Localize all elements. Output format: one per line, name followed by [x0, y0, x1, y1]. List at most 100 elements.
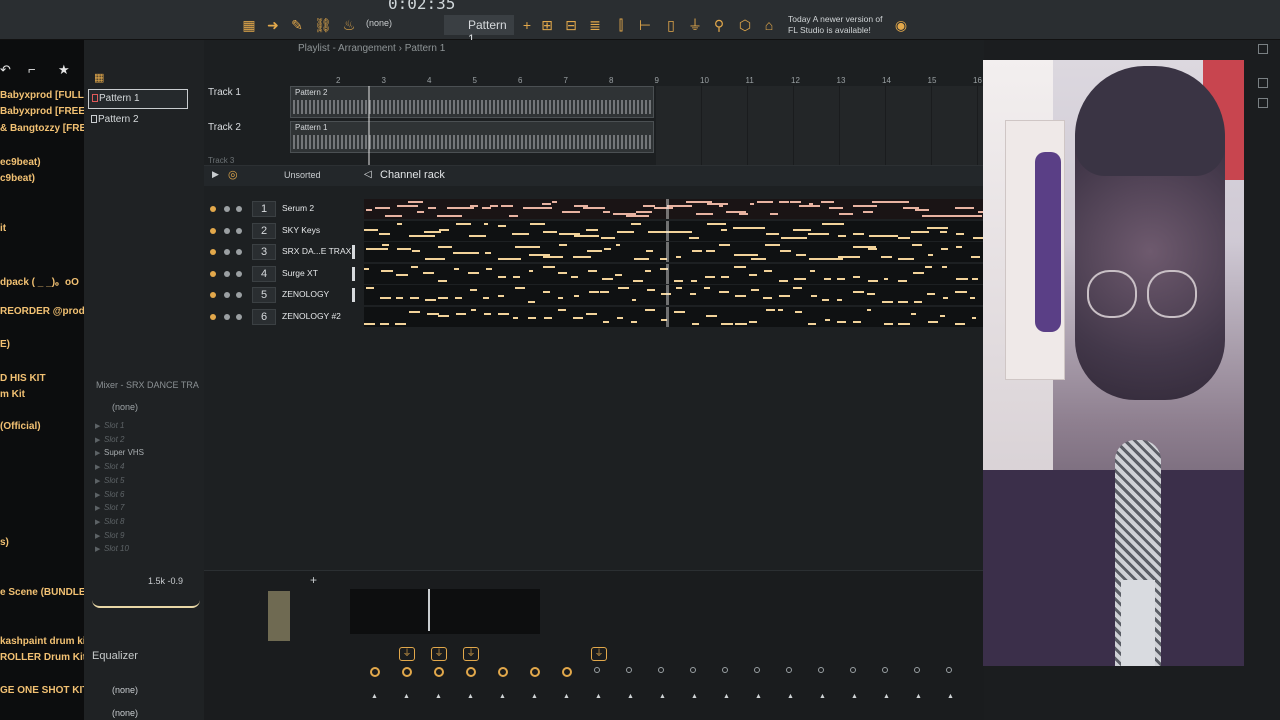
browser-item[interactable]: e Scene (BUNDLE): [0, 587, 89, 598]
channel-row[interactable]: 4 Surge XT: [204, 263, 984, 285]
send-arrow-icon[interactable]: ▲: [499, 693, 506, 700]
mixer-slot[interactable]: Slot 6: [104, 490, 124, 499]
stamp-icon[interactable]: ♨: [340, 16, 358, 34]
track-3-label[interactable]: Track 3: [208, 156, 234, 165]
channel-row[interactable]: 6 ZENOLOGY #2: [204, 307, 984, 328]
slot-arrow-icon[interactable]: ▶: [95, 491, 100, 499]
mixer-send-knob[interactable]: [562, 667, 572, 677]
browser-item[interactable]: & Bangtozzy [FREE]: [0, 123, 96, 134]
faders-icon[interactable]: ⫿: [612, 16, 630, 34]
browser-item[interactable]: dpack ( _ _)。oO: [0, 273, 79, 288]
channel-number[interactable]: 3: [252, 244, 276, 261]
route-button[interactable]: ⏚: [591, 647, 607, 661]
channel-name-button[interactable]: ZENOLOGY: [282, 289, 350, 299]
browser-item[interactable]: it: [0, 223, 6, 234]
mixer-slot[interactable]: Slot 7: [104, 503, 124, 512]
tree-icon[interactable]: ⊢: [636, 16, 654, 34]
channel-mute-button[interactable]: [210, 206, 216, 212]
link-icon[interactable]: ⛓: [314, 16, 332, 34]
slot-arrow-icon[interactable]: ▶: [95, 545, 100, 553]
slot-arrow-icon[interactable]: ▶: [95, 504, 100, 512]
mixer-send-knob[interactable]: [594, 667, 600, 673]
browser-item[interactable]: Babyxprod [FREE]: [0, 106, 88, 117]
arrow-right-icon[interactable]: ➜: [264, 16, 282, 34]
playlist-grid[interactable]: [656, 86, 986, 165]
mixer-send-knob[interactable]: [882, 667, 888, 673]
channel-row[interactable]: 2 SKY Keys: [204, 220, 984, 242]
channel-pan-knob[interactable]: [224, 314, 230, 320]
eq-curve[interactable]: [92, 600, 200, 608]
mixer-send-knob[interactable]: [850, 667, 856, 673]
slot-arrow-icon[interactable]: ▶: [95, 449, 100, 457]
browser-item[interactable]: ROLLER Drum Kit: [0, 652, 86, 663]
playlist-icon[interactable]: ⊞: [538, 16, 556, 34]
browser-item[interactable]: ec9beat): [0, 157, 41, 168]
channel-volume-knob[interactable]: [236, 292, 242, 299]
channel-number[interactable]: 2: [252, 222, 276, 239]
clip-track-1[interactable]: Pattern 2: [290, 86, 654, 118]
mixer-send-knob[interactable]: [754, 667, 760, 673]
route-button[interactable]: ⏚: [463, 647, 479, 661]
send-arrow-icon[interactable]: ▲: [851, 693, 858, 700]
channel-mute-button[interactable]: [210, 227, 216, 234]
channel-piano-roll-preview[interactable]: [364, 285, 984, 306]
channel-number[interactable]: 1: [252, 201, 276, 217]
browser-item[interactable]: Babyxprod [FULL]: [0, 90, 87, 101]
send-arrow-icon[interactable]: ▲: [659, 693, 666, 700]
mixer-icon[interactable]: ≣: [586, 16, 604, 34]
send-arrow-icon[interactable]: ▲: [435, 693, 442, 700]
send-arrow-icon[interactable]: ▲: [371, 693, 378, 700]
track-2-label[interactable]: Track 2: [208, 122, 241, 133]
route-button[interactable]: ⏚: [431, 647, 447, 661]
channel-piano-roll-preview[interactable]: [364, 220, 984, 241]
mic-icon[interactable]: ⚲: [710, 16, 728, 34]
send-arrow-icon[interactable]: ▲: [627, 693, 634, 700]
playlist-breadcrumb[interactable]: Playlist - Arrangement › Pattern 1: [298, 43, 445, 54]
channel-pan-knob[interactable]: [224, 206, 230, 212]
mixer-slot[interactable]: Slot 8: [104, 517, 124, 526]
send-arrow-icon[interactable]: ▲: [915, 693, 922, 700]
star-icon[interactable]: ★: [58, 62, 70, 78]
brush-icon[interactable]: ✎: [288, 16, 306, 34]
channel-rack-icon[interactable]: ⊟: [562, 16, 580, 34]
browser-item[interactable]: m Kit: [0, 389, 25, 400]
slot-arrow-icon[interactable]: ▶: [95, 436, 100, 444]
channel-volume-knob[interactable]: [236, 227, 242, 234]
slot-arrow-icon[interactable]: ▶: [95, 463, 100, 471]
mixer-send-knob[interactable]: [626, 667, 632, 673]
back-icon[interactable]: ↶: [0, 62, 11, 78]
browser-item[interactable]: (Official): [0, 421, 41, 432]
channel-piano-roll-preview[interactable]: [364, 263, 984, 284]
channel-volume-knob[interactable]: [236, 249, 242, 256]
slot-arrow-icon[interactable]: ▶: [95, 477, 100, 485]
send-select-1[interactable]: (none): [112, 685, 138, 695]
clip-track-2[interactable]: Pattern 1: [290, 121, 654, 153]
add-pattern-icon[interactable]: +: [518, 16, 536, 34]
channel-volume-knob[interactable]: [236, 206, 242, 212]
channel-name-button[interactable]: SRX DA...E TRAX: [282, 246, 351, 256]
route-button[interactable]: ⏚: [399, 647, 415, 661]
maximize-icon[interactable]: [1258, 44, 1268, 54]
mixer-slot[interactable]: Slot 2: [104, 435, 124, 444]
pattern-tab-icon[interactable]: ▦: [94, 71, 104, 84]
mixer-send-knob[interactable]: [434, 667, 444, 677]
mixer-send-knob[interactable]: [530, 667, 540, 677]
channel-mute-button[interactable]: [210, 249, 216, 256]
channel-pan-knob[interactable]: [224, 249, 230, 256]
channel-piano-roll-preview[interactable]: [364, 307, 984, 327]
channel-volume-knob[interactable]: [236, 314, 242, 320]
mixer-send-knob[interactable]: [690, 667, 696, 673]
browser-item[interactable]: REORDER @prodkit: [0, 306, 96, 317]
box-icon[interactable]: ⬡: [736, 16, 754, 34]
mixer-send-knob[interactable]: [946, 667, 952, 673]
channel-pan-knob[interactable]: [224, 270, 230, 277]
send-arrow-icon[interactable]: ▲: [691, 693, 698, 700]
send-arrow-icon[interactable]: ▲: [883, 693, 890, 700]
channel-mute-button[interactable]: [210, 314, 216, 320]
pattern-selector[interactable]: Pattern 1: [444, 15, 514, 46]
send-arrow-icon[interactable]: ▲: [723, 693, 730, 700]
piano-roll-icon[interactable]: ▦: [240, 16, 258, 34]
send-arrow-icon[interactable]: ▲: [595, 693, 602, 700]
channel-volume-knob[interactable]: [236, 270, 242, 277]
channel-piano-roll-preview[interactable]: [364, 199, 984, 219]
